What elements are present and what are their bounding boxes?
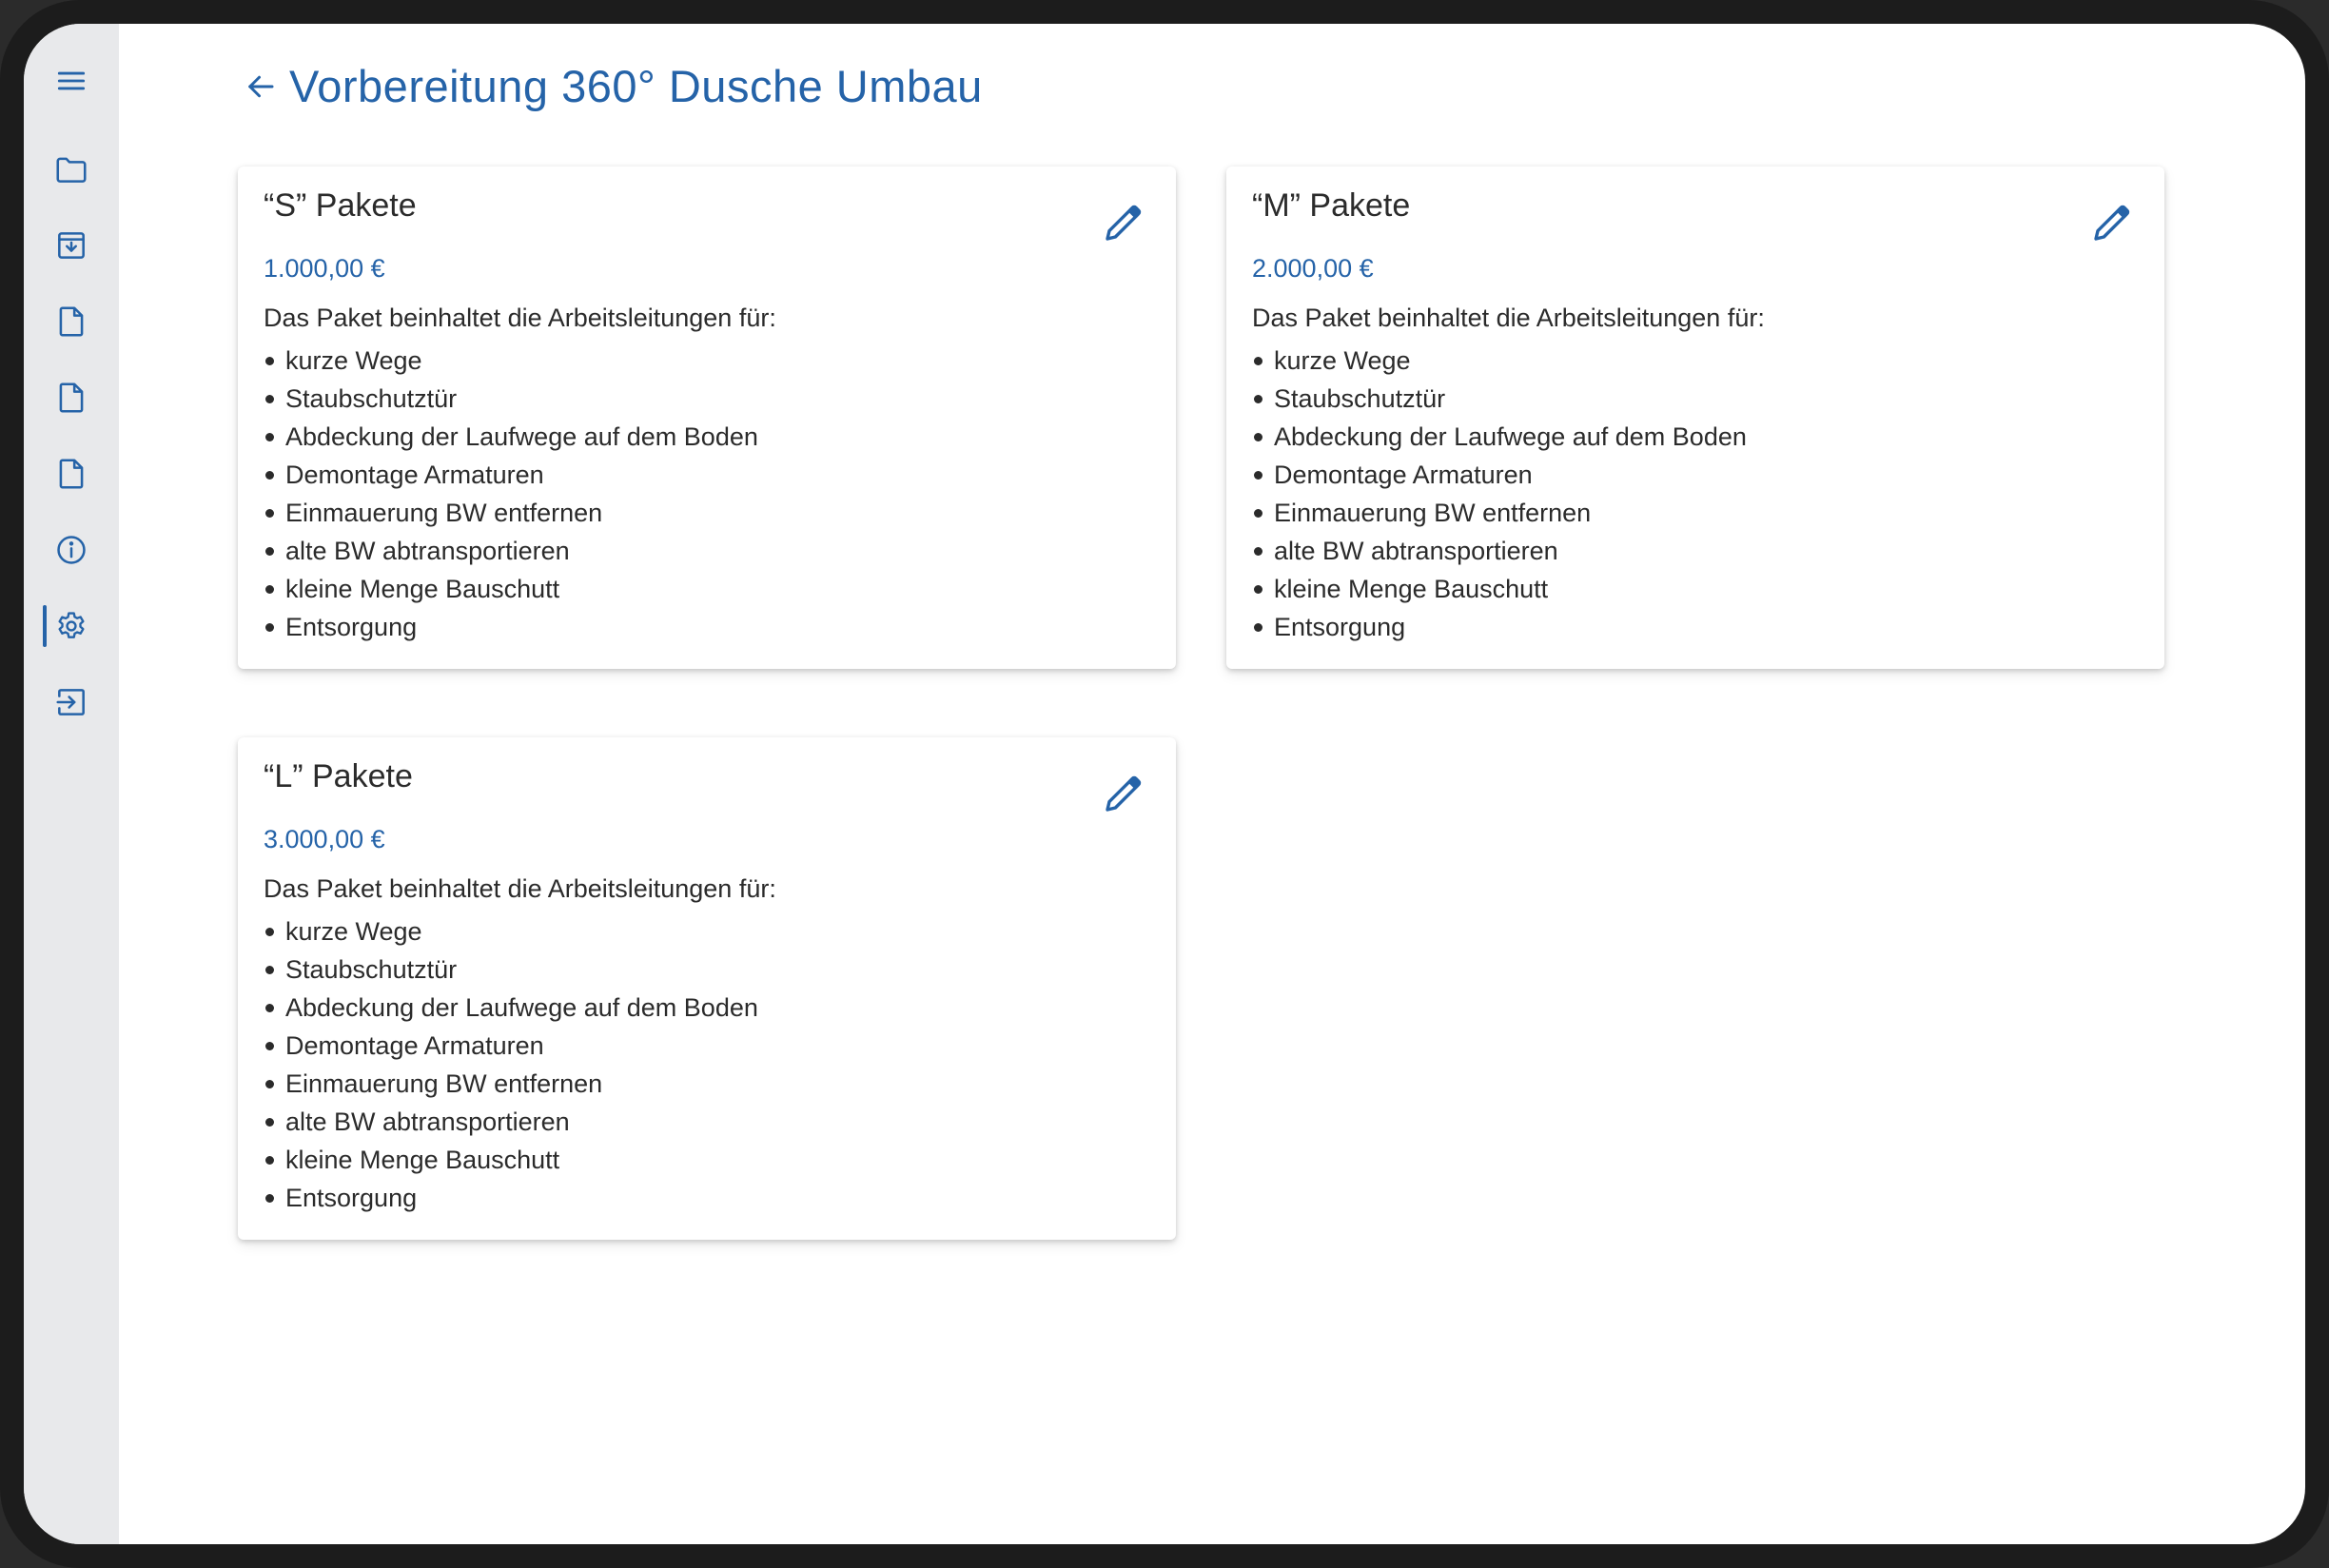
list-item: Demontage Armaturen [264,456,758,494]
package-card-m: “M” Pakete 2.000,00 € Das Paket beinhalt… [1226,167,2164,669]
list-item: Staubschutztür [264,951,758,989]
menu-button[interactable] [24,52,119,109]
card-price: 3.000,00 € [264,825,385,853]
sidebar-item-document-3[interactable] [24,445,119,502]
menu-icon [57,71,86,90]
list-item: alte BW abtransportieren [264,1103,758,1141]
list-item: Abdeckung der Laufwege auf dem Boden [264,989,758,1027]
list-item: Abdeckung der Laufwege auf dem Boden [1252,418,1747,456]
card-item-list: kurze Wege Staubschutztür Abdeckung der … [264,342,758,646]
archive-icon [58,232,85,259]
sidebar-item-document-2[interactable] [24,369,119,426]
edit-button[interactable] [2084,197,2138,250]
card-item-list: kurze Wege Staubschutztür Abdeckung der … [264,912,758,1217]
card-title: “L” Pakete [264,758,413,794]
list-item: alte BW abtransportieren [1252,532,1747,570]
list-item: Entsorgung [264,1179,758,1217]
list-item: kurze Wege [264,342,758,380]
edit-button[interactable] [1096,768,1149,821]
sidebar-item-document-1[interactable] [24,293,119,350]
page-header: Vorbereitung 360° Dusche Umbau [238,60,983,112]
card-title: “S” Pakete [264,187,417,224]
list-item: Staubschutztür [264,380,758,418]
list-item: kurze Wege [1252,342,1747,380]
list-item: Entsorgung [264,608,758,646]
page-title: Vorbereitung 360° Dusche Umbau [289,61,983,111]
pencil-icon [2094,205,2130,241]
document-icon [59,382,84,413]
list-item: kurze Wege [264,912,758,951]
list-item: kleine Menge Bauschutt [264,570,758,608]
back-button[interactable] [238,64,284,109]
list-item: kleine Menge Bauschutt [264,1141,758,1179]
sidebar-item-settings[interactable] [24,598,119,655]
list-item: Einmauerung BW entfernen [264,494,758,532]
arrow-left-icon [248,75,274,97]
list-item: alte BW abtransportieren [264,532,758,570]
card-price: 1.000,00 € [264,254,385,283]
list-item: Abdeckung der Laufwege auf dem Boden [264,418,758,456]
sidebar-item-logout[interactable] [24,674,119,731]
main-content: Vorbereitung 360° Dusche Umbau “S” Paket… [119,24,2305,1544]
list-item: Demontage Armaturen [264,1027,758,1065]
document-icon [59,306,84,337]
edit-button[interactable] [1096,197,1149,250]
card-description: Das Paket beinhaltet die Arbeitsleitunge… [1252,304,1765,332]
document-icon [59,459,84,489]
package-card-l: “L” Pakete 3.000,00 € Das Paket beinhalt… [238,737,1176,1240]
list-item: Entsorgung [1252,608,1747,646]
sidebar-item-projects[interactable] [24,141,119,198]
card-price: 2.000,00 € [1252,254,1374,283]
device-frame: Vorbereitung 360° Dusche Umbau “S” Paket… [0,0,2329,1568]
list-item: Einmauerung BW entfernen [264,1065,758,1103]
app-screen: Vorbereitung 360° Dusche Umbau “S” Paket… [24,24,2305,1544]
list-item: Einmauerung BW entfernen [1252,494,1747,532]
sidebar-item-archive[interactable] [24,217,119,274]
info-icon [57,536,86,564]
list-item: Staubschutztür [1252,380,1747,418]
list-item: kleine Menge Bauschutt [1252,570,1747,608]
list-item: Demontage Armaturen [1252,456,1747,494]
logout-icon [56,689,85,715]
package-card-s: “S” Pakete 1.000,00 € Das Paket beinhalt… [238,167,1176,669]
card-item-list: kurze Wege Staubschutztür Abdeckung der … [1252,342,1747,646]
sidebar [24,24,119,1544]
card-description: Das Paket beinhaltet die Arbeitsleitunge… [264,304,776,332]
folder-icon [56,157,87,183]
card-description: Das Paket beinhaltet die Arbeitsleitunge… [264,874,776,903]
card-title: “M” Pakete [1252,187,1411,224]
pencil-icon [1106,205,1142,241]
pencil-icon [1106,775,1142,812]
sidebar-item-info[interactable] [24,521,119,578]
settings-icon [58,612,85,638]
